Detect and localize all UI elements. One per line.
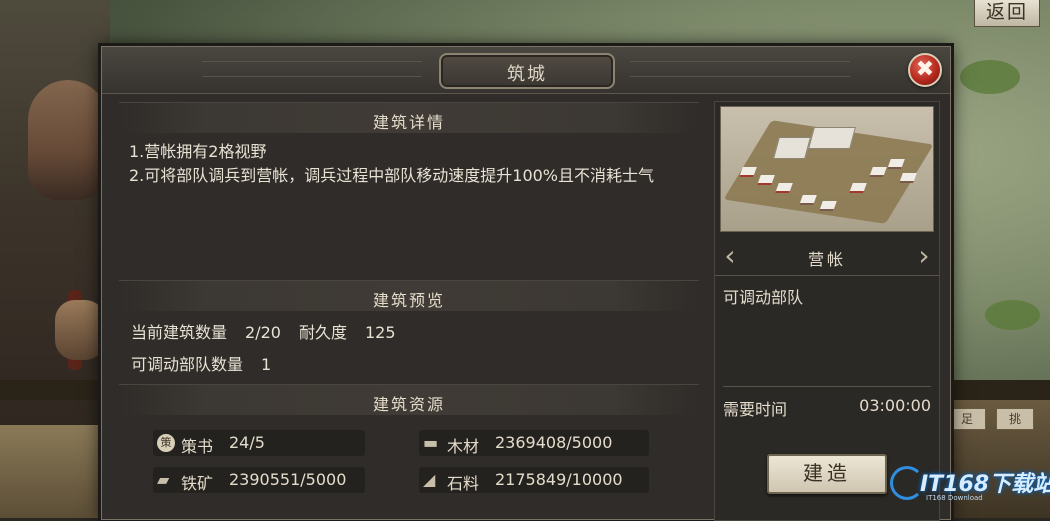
camp-main-tent bbox=[773, 137, 811, 159]
lilypad bbox=[985, 300, 1040, 330]
current-count-value: 2/20 bbox=[245, 323, 281, 342]
resource-strategy-book: 策 策书 24/5 bbox=[153, 430, 365, 456]
header-ornament bbox=[202, 61, 422, 77]
details-panel: 建筑详情 1.营帐拥有2格视野 2.可将部队调兵到营帐，调兵过程中部队移动速度提… bbox=[119, 102, 699, 519]
description-line: 1.营帐拥有2格视野 bbox=[129, 142, 267, 161]
resource-iron-ore: ▰ 铁矿 2390551/5000 bbox=[153, 467, 365, 493]
dialog-title: 筑城 bbox=[507, 64, 547, 85]
preview-stats-row: 当前建筑数量 2/20 耐久度 125 bbox=[131, 319, 414, 343]
watermark-subtext: IT168 Download bbox=[926, 494, 983, 502]
section-title: 建筑资源 bbox=[372, 395, 445, 414]
durability-value: 125 bbox=[364, 323, 396, 342]
section-header-preview: 建筑预览 bbox=[119, 280, 699, 311]
section-title: 建筑详情 bbox=[372, 113, 445, 132]
camp-building-image bbox=[720, 106, 934, 232]
resource-value: 2175849/10000 bbox=[495, 470, 623, 489]
close-icon[interactable]: ✖ bbox=[908, 53, 942, 87]
resource-wood: ▬ 木材 2369408/5000 bbox=[419, 430, 649, 456]
side-tab[interactable]: 挑 bbox=[996, 408, 1034, 430]
resource-label: 策书 bbox=[181, 437, 214, 456]
village-thumbnail-left bbox=[0, 425, 105, 518]
resource-stone: ◢ 石料 2175849/10000 bbox=[419, 467, 649, 493]
preview-troops-row: 可调动部队数量 1 bbox=[131, 351, 289, 375]
time-value: 03:00:00 bbox=[859, 396, 931, 415]
resource-label: 石料 bbox=[447, 474, 480, 493]
watermark-logo-icon bbox=[890, 466, 924, 500]
current-count-label: 当前建筑数量 bbox=[131, 323, 228, 342]
character-face bbox=[28, 80, 108, 200]
build-button[interactable]: 建造 bbox=[767, 454, 887, 494]
resource-value: 2369408/5000 bbox=[495, 433, 613, 452]
camp-tent bbox=[899, 173, 917, 183]
watermark: IT168下载站 IT168 Download bbox=[890, 464, 1050, 510]
header-ornament bbox=[630, 61, 850, 77]
section-title: 建筑预览 bbox=[372, 291, 445, 310]
build-dialog: 筑城 ✖ 建筑详情 1.营帐拥有2格视野 2.可将部队调兵到营帐，调兵过程中部队… bbox=[101, 46, 951, 521]
lilypad bbox=[960, 60, 1020, 94]
section-header-resources: 建筑资源 bbox=[119, 384, 699, 415]
troops-label: 可调动部队数量 bbox=[131, 355, 244, 374]
stone-icon: ◢ bbox=[423, 470, 436, 489]
side-tab[interactable]: 足 bbox=[948, 408, 986, 430]
iron-ore-icon: ▰ bbox=[157, 470, 170, 489]
title-plate: 筑城 bbox=[439, 53, 615, 89]
durability-label: 耐久度 bbox=[298, 323, 347, 342]
dialog-header: 筑城 ✖ bbox=[102, 47, 950, 94]
resource-label: 铁矿 bbox=[181, 474, 214, 493]
strategy-book-icon: 策 bbox=[157, 434, 175, 452]
troops-value: 1 bbox=[261, 355, 272, 374]
building-selector: ‹ 营帐 › bbox=[715, 237, 939, 276]
resource-value: 2390551/5000 bbox=[229, 470, 347, 489]
building-description: 1.营帐拥有2格视野 2.可将部队调兵到营帐，调兵过程中部队移动速度提升100%… bbox=[129, 140, 701, 188]
time-label: 需要时间 bbox=[723, 400, 788, 419]
section-header-details: 建筑详情 bbox=[119, 102, 699, 133]
building-feature: 可调动部队 bbox=[723, 288, 804, 307]
resource-label: 木材 bbox=[447, 437, 480, 456]
building-info-panel: ‹ 营帐 › 可调动部队 需要时间 03:00:00 建造 bbox=[714, 101, 940, 521]
character-hand bbox=[55, 300, 105, 360]
camp-main-tent bbox=[808, 127, 856, 149]
resource-value: 24/5 bbox=[229, 433, 265, 452]
divider bbox=[723, 386, 931, 387]
building-name: 营帐 bbox=[807, 250, 846, 269]
back-button[interactable]: 返回 bbox=[974, 0, 1040, 27]
next-building-icon[interactable]: › bbox=[915, 241, 933, 271]
wood-icon: ▬ bbox=[423, 433, 439, 452]
description-line: 2.可将部队调兵到营帐，调兵过程中部队移动速度提升100%且不消耗士气 bbox=[129, 166, 655, 185]
